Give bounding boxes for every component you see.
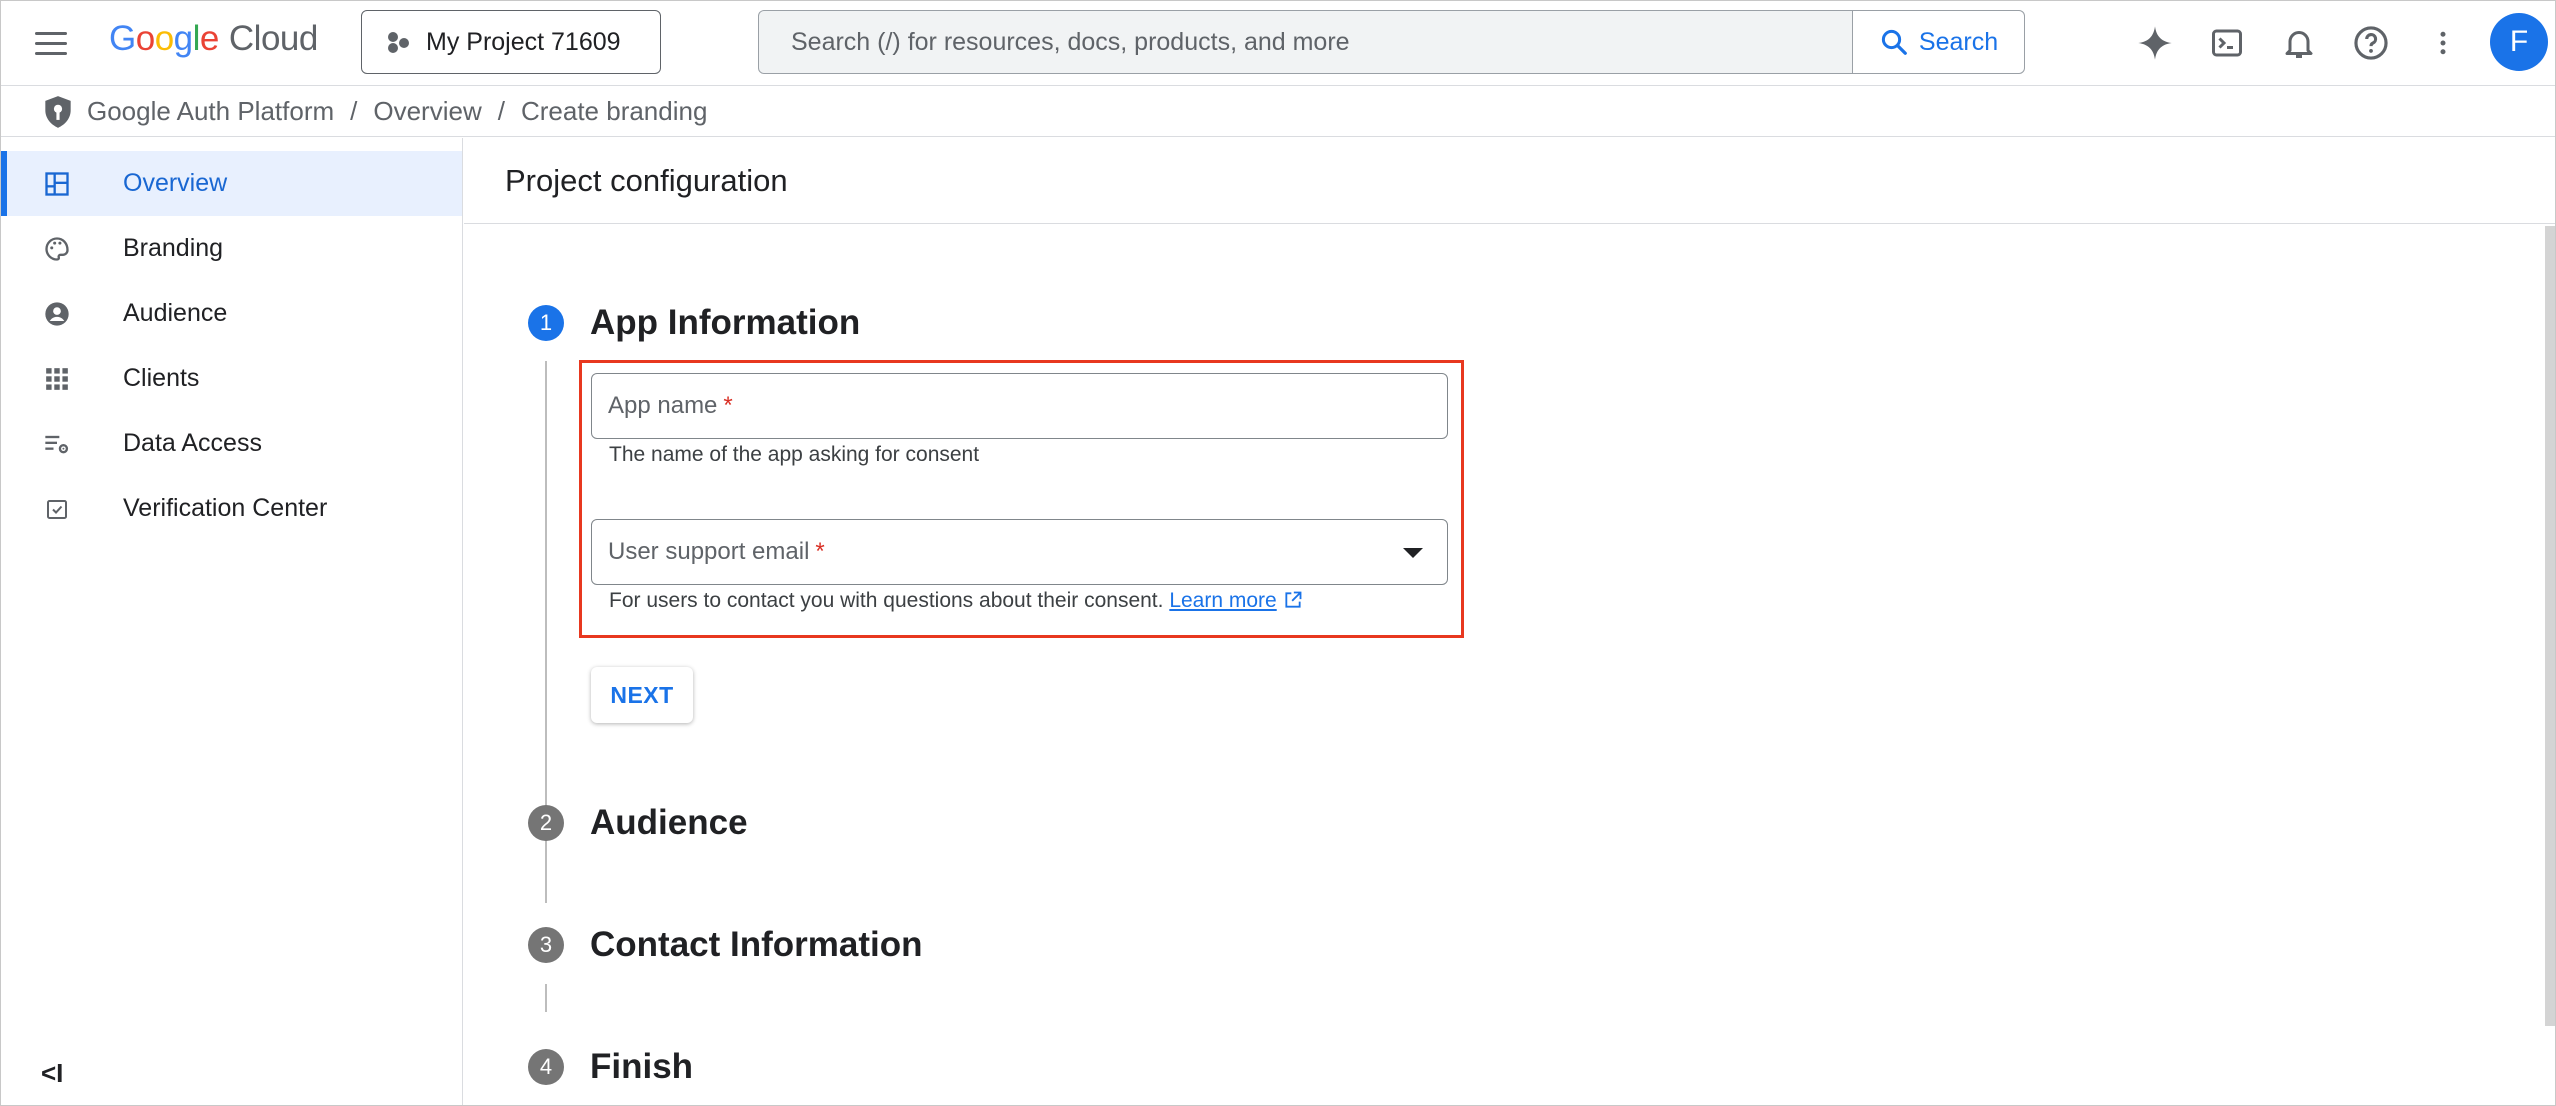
account-circle-icon (41, 298, 73, 330)
project-name: My Project 71609 (426, 27, 621, 56)
page-title: Project configuration (464, 138, 2555, 224)
list-settings-icon (41, 428, 73, 460)
gemini-sparkle-icon[interactable] (2131, 15, 2179, 71)
step-title: Finish (590, 1047, 694, 1086)
sidebar-item-audience[interactable]: Audience (1, 281, 462, 346)
sidebar-item-verification-center[interactable]: Verification Center (1, 476, 462, 541)
cloud-shell-terminal-icon[interactable] (2203, 15, 2251, 71)
search-button[interactable]: Search (1852, 11, 2024, 73)
step-connector-line (545, 984, 547, 1012)
apps-grid-icon (41, 363, 73, 395)
support-email-hint-text: For users to contact you with questions … (609, 589, 1164, 612)
step-number-badge: 3 (528, 927, 564, 963)
palette-icon (41, 233, 73, 265)
breadcrumb-separator: / (350, 96, 358, 126)
app-name-label: App name (608, 392, 718, 419)
breadcrumb: Google Auth Platform / Overview / Create… (1, 87, 2555, 137)
collapse-sidebar-button[interactable]: <I (41, 1058, 63, 1089)
next-button[interactable]: NEXT (591, 667, 693, 723)
sidebar-item-data-access[interactable]: Data Access (1, 411, 462, 476)
sidebar-item-label: Data Access (123, 429, 262, 457)
search-bar[interactable]: Search (/) for resources, docs, products… (758, 10, 2025, 74)
breadcrumb-item-auth-platform[interactable]: Google Auth Platform (87, 96, 334, 127)
required-asterisk: * (815, 538, 825, 565)
top-bar: Google Cloud My Project 71609 Search (/)… (1, 1, 2555, 86)
learn-more-link[interactable]: Learn more (1169, 589, 1276, 612)
vertical-scrollbar[interactable] (2545, 226, 2555, 1026)
step-audience[interactable]: 2 Audience (528, 803, 748, 843)
step-title: Audience (590, 803, 748, 842)
sidebar-item-clients[interactable]: Clients (1, 346, 462, 411)
help-icon[interactable] (2347, 15, 2395, 71)
support-email-label: User support email (608, 538, 810, 565)
support-email-hint: For users to contact you with questions … (609, 589, 1303, 613)
sidebar-item-branding[interactable]: Branding (1, 216, 462, 281)
step-finish[interactable]: 4 Finish (528, 1047, 693, 1087)
breadcrumb-item-create-branding: Create branding (520, 96, 708, 126)
project-hierarchy-icon (386, 30, 410, 54)
step-title: App Information (590, 303, 861, 342)
sidebar: Overview Branding Audience Clients Data … (1, 138, 463, 1105)
step-contact-information[interactable]: 3 Contact Information (528, 925, 922, 965)
step-number-badge: 4 (528, 1049, 564, 1085)
notifications-bell-icon[interactable] (2275, 15, 2323, 71)
account-avatar[interactable]: F (2490, 13, 2548, 71)
required-asterisk: * (723, 392, 733, 419)
main-content: Project configuration 1 App Information … (464, 138, 2555, 1105)
sidebar-item-label: Branding (123, 234, 224, 262)
search-input[interactable]: Search (/) for resources, docs, products… (759, 28, 1852, 57)
sidebar-item-label: Audience (123, 299, 228, 327)
app-name-field[interactable]: App name * (591, 373, 1448, 439)
step-connector-line (545, 862, 547, 890)
sidebar-item-label: Verification Center (123, 494, 328, 522)
dashboard-icon (41, 168, 73, 200)
more-vertical-icon[interactable] (2419, 15, 2467, 71)
breadcrumb-separator: / (497, 96, 505, 126)
step-title: Contact Information (590, 925, 923, 964)
dropdown-arrow-icon (1403, 548, 1423, 558)
sidebar-item-label: Clients (123, 364, 200, 392)
external-link-icon[interactable] (1283, 590, 1303, 610)
search-button-label: Search (1918, 27, 1999, 56)
google-cloud-logo[interactable]: Google Cloud (109, 19, 318, 67)
step-number-badge: 2 (528, 805, 564, 841)
auth-shield-icon (45, 95, 71, 128)
main-menu-icon[interactable] (29, 23, 73, 63)
app-name-hint: The name of the app asking for consent (609, 443, 980, 466)
user-support-email-select[interactable]: User support email * (591, 519, 1448, 585)
project-picker-button[interactable]: My Project 71609 (361, 10, 661, 74)
sidebar-item-overview[interactable]: Overview (1, 151, 462, 216)
step-app-information[interactable]: 1 App Information (528, 303, 860, 343)
app-window: Google Cloud My Project 71609 Search (/)… (0, 0, 2556, 1106)
sidebar-item-label: Overview (123, 169, 228, 197)
breadcrumb-item-overview[interactable]: Overview (373, 96, 481, 127)
checkbox-icon (41, 493, 73, 525)
search-icon (1881, 29, 1907, 55)
step-number-badge: 1 (528, 305, 564, 341)
